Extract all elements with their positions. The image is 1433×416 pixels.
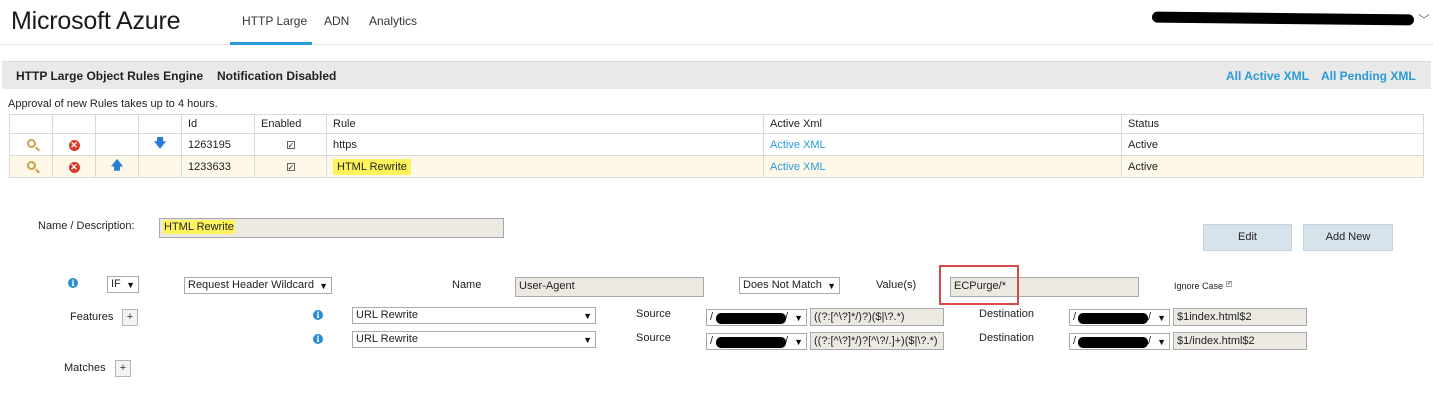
delete-icon[interactable]: ✕ bbox=[68, 139, 80, 151]
status-text: Active bbox=[1121, 155, 1424, 178]
destination-input[interactable]: $1index.html$2 bbox=[1173, 308, 1307, 326]
all-pending-xml-link[interactable]: All Pending XML bbox=[1321, 69, 1416, 83]
active-xml-link[interactable]: Active XML bbox=[770, 161, 826, 173]
source-path-redacted bbox=[716, 313, 786, 324]
header-cell-delete bbox=[52, 114, 96, 134]
name-label: Name bbox=[452, 279, 482, 291]
active-tab-indicator bbox=[230, 42, 312, 45]
values-label: Value(s) bbox=[876, 279, 917, 291]
info-icon[interactable]: i bbox=[68, 278, 78, 288]
destination-path-redacted bbox=[1078, 337, 1148, 348]
matches-label: Matches bbox=[64, 362, 106, 374]
column-header-active-xml: Active Xml bbox=[763, 114, 1122, 134]
active-xml-link[interactable]: Active XML bbox=[770, 139, 826, 151]
destination-label: Destination bbox=[979, 308, 1035, 320]
destination-path-redacted bbox=[1078, 313, 1148, 324]
table-row: ✕ 🡇 1263195 ✓ https Active XML Active bbox=[9, 133, 1424, 156]
brand-logo: Microsoft Azure bbox=[11, 7, 181, 35]
source-label: Source bbox=[636, 332, 671, 344]
name-description-label: Name / Description: bbox=[38, 220, 135, 232]
page-title: HTTP Large Object Rules Engine bbox=[16, 69, 204, 83]
column-header-status: Status bbox=[1121, 114, 1424, 134]
move-down-cell bbox=[138, 155, 182, 178]
column-header-rule: Rule bbox=[326, 114, 764, 134]
rule-name: https bbox=[326, 133, 764, 156]
column-header-enabled: Enabled bbox=[254, 114, 327, 134]
source-label: Source bbox=[636, 308, 671, 320]
chevron-down-icon[interactable]: ﹀ bbox=[1418, 11, 1430, 28]
if-select[interactable]: IF ▼ bbox=[107, 276, 139, 293]
tab-analytics[interactable]: Analytics bbox=[369, 14, 417, 28]
rule-id: 1263195 bbox=[181, 133, 255, 156]
enabled-checkbox[interactable]: ✓ bbox=[286, 140, 295, 149]
enabled-checkbox[interactable]: ✓ bbox=[286, 162, 295, 171]
magnifier-icon[interactable] bbox=[26, 160, 36, 170]
source-pattern-input[interactable]: ((?:[^\?]*/)?[^\?/.]+)($|\?.*) bbox=[810, 332, 944, 350]
arrow-down-icon[interactable]: 🡇 bbox=[154, 136, 166, 150]
match-type-select[interactable]: Request Header Wildcard ▼ bbox=[184, 277, 332, 294]
delete-icon[interactable]: ✕ bbox=[68, 161, 80, 173]
arrow-up-icon[interactable]: 🡅 bbox=[111, 158, 123, 172]
header-cell-view bbox=[9, 114, 53, 134]
tab-http-large[interactable]: HTTP Large bbox=[242, 14, 307, 28]
source-path-redacted bbox=[716, 337, 786, 348]
info-icon[interactable]: i bbox=[313, 310, 323, 320]
rule-name: HTML Rewrite bbox=[333, 158, 411, 175]
move-up-cell bbox=[95, 133, 139, 156]
edit-button[interactable]: Edit bbox=[1203, 224, 1292, 251]
approval-note: Approval of new Rules takes up to 4 hour… bbox=[8, 98, 218, 110]
header-cell-move-up bbox=[95, 114, 139, 134]
info-icon[interactable]: i bbox=[313, 334, 323, 344]
source-pattern-input[interactable]: ((?:[^\?]*/)?)($|\?.*) bbox=[810, 308, 944, 326]
account-name-redacted[interactable] bbox=[1151, 11, 1415, 26]
ignore-case-checkbox[interactable]: ✓ bbox=[1226, 281, 1232, 287]
feature-type-select[interactable]: URL Rewrite ▼ bbox=[352, 331, 596, 348]
tab-adn[interactable]: ADN bbox=[324, 14, 349, 28]
features-label: Features bbox=[70, 311, 114, 323]
notification-status: Notification Disabled bbox=[217, 69, 337, 83]
add-match-button[interactable]: + bbox=[115, 360, 131, 377]
column-header-id: Id bbox=[181, 114, 255, 134]
name-description-input[interactable]: HTML Rewrite bbox=[159, 218, 504, 238]
header-cell-move-down bbox=[138, 114, 182, 134]
destination-input[interactable]: $1/index.html$2 bbox=[1173, 332, 1307, 350]
operator-select[interactable]: Does Not Match ▼ bbox=[739, 277, 840, 294]
magnifier-icon[interactable] bbox=[26, 138, 36, 148]
add-feature-button[interactable]: + bbox=[122, 309, 138, 326]
rules-engine-header: HTTP Large Object Rules Engine Notificat… bbox=[2, 61, 1431, 89]
ignore-case-label: Ignore Case bbox=[1174, 281, 1224, 291]
table-row: ✕ 🡅 1233633 ✓ HTML Rewrite Active XML Ac… bbox=[9, 155, 1424, 178]
add-new-button[interactable]: Add New bbox=[1303, 224, 1393, 251]
top-nav: Microsoft Azure HTTP Large ADN Analytics… bbox=[0, 0, 1433, 45]
all-active-xml-link[interactable]: All Active XML bbox=[1226, 69, 1309, 83]
feature-type-select[interactable]: URL Rewrite ▼ bbox=[352, 307, 596, 324]
rules-table: Id Enabled Rule Active Xml Status ✕ 🡇 12… bbox=[9, 114, 1424, 178]
name-description-value: HTML Rewrite bbox=[163, 220, 235, 234]
rule-id: 1233633 bbox=[181, 155, 255, 178]
annotation-box bbox=[939, 265, 1019, 305]
header-name-input[interactable]: User-Agent bbox=[515, 277, 704, 297]
status-text: Active bbox=[1121, 133, 1424, 156]
table-header-row: Id Enabled Rule Active Xml Status bbox=[9, 114, 1424, 134]
destination-label: Destination bbox=[979, 332, 1035, 344]
